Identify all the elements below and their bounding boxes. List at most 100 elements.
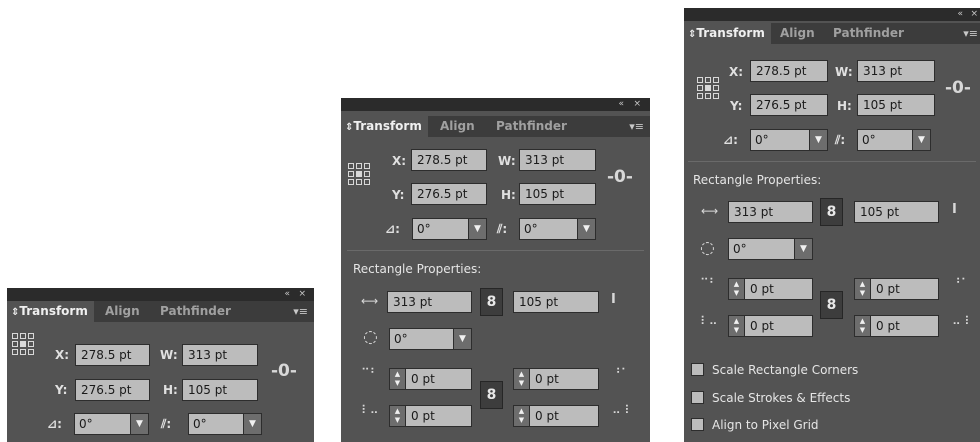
close-icon[interactable]: ×	[298, 288, 306, 301]
rotate-angle-dropdown[interactable]: 0° ▼	[74, 413, 149, 435]
stepper-icon[interactable]: ▲ ▼	[729, 279, 745, 299]
scale-rectangle-corners-checkbox[interactable]: Scale Rectangle Corners	[691, 363, 858, 377]
stepper-icon[interactable]: ▲ ▼	[514, 406, 530, 426]
link-corners-icon[interactable]: 8	[480, 381, 503, 409]
checkbox-box[interactable]	[691, 391, 704, 404]
angle-icon: ⊿	[385, 222, 396, 236]
corner-br-field[interactable]: ▲ ▼ 0 pt	[513, 405, 599, 427]
link-icon[interactable]: 8	[480, 288, 503, 316]
x-field[interactable]: 278.5 pt	[75, 344, 150, 366]
corner-br-icon: ⠤⠸	[612, 403, 630, 417]
rect-width-field[interactable]: 313 pt	[728, 201, 813, 223]
rect-width-field[interactable]: 313 pt	[387, 291, 472, 313]
chevron-down-icon: ▼	[577, 219, 595, 239]
tab-pathfinder[interactable]: Pathfinder	[496, 116, 567, 137]
stepper-icon[interactable]: ▲ ▼	[855, 316, 871, 336]
rotate-angle-dropdown[interactable]: 0° ▼	[750, 129, 828, 151]
corner-tl-field[interactable]: ▲ ▼ 0 pt	[389, 368, 472, 390]
w-field[interactable]: 313 pt	[519, 149, 596, 171]
corner-tr-field[interactable]: ▲ ▼ 0 pt	[513, 368, 599, 390]
section-divider	[688, 161, 976, 162]
y-field[interactable]: 276.5 pt	[750, 94, 828, 116]
rotate-angle-label: ⊿:	[47, 417, 62, 431]
collapse-icon[interactable]: «	[284, 288, 290, 301]
rect-rotation-dropdown[interactable]: 0° ▼	[728, 238, 813, 260]
panel-title-bar[interactable]: « ×	[684, 8, 980, 21]
chevron-down-icon: ▼	[912, 130, 930, 150]
reference-point-icon[interactable]	[696, 76, 720, 100]
stepper-icon[interactable]: ▲ ▼	[390, 406, 406, 426]
x-field[interactable]: 278.5 pt	[750, 60, 828, 82]
w-label: W:	[160, 348, 178, 362]
height-arrows-icon: I	[611, 292, 616, 307]
tab-transform[interactable]: ⇕Transform	[7, 301, 94, 322]
tab-pathfinder[interactable]: Pathfinder	[833, 23, 904, 44]
stepper-icon[interactable]: ▲ ▼	[855, 279, 871, 299]
rotate-angle-label: ⊿:	[723, 133, 738, 147]
tab-align[interactable]: Align	[440, 116, 475, 137]
shear-angle-dropdown[interactable]: 0° ▼	[188, 413, 262, 435]
tab-pathfinder[interactable]: Pathfinder	[160, 301, 231, 322]
rotate-angle-dropdown[interactable]: 0° ▼	[412, 218, 487, 240]
h-field[interactable]: 105 pt	[857, 94, 935, 116]
tab-align[interactable]: Align	[780, 23, 815, 44]
constrain-proportions-icon[interactable]: -0-	[607, 167, 633, 187]
w-field[interactable]: 313 pt	[182, 344, 258, 366]
scale-strokes-effects-checkbox[interactable]: Scale Strokes & Effects	[691, 391, 850, 405]
corner-bl-icon: ⠇⠤	[361, 403, 379, 417]
shear-angle-dropdown[interactable]: 0° ▼	[857, 129, 931, 151]
collapse-icon[interactable]: «	[618, 98, 624, 111]
h-field[interactable]: 105 pt	[182, 379, 258, 401]
corner-tr-icon: ⠘⠁	[952, 276, 970, 290]
tab-transform[interactable]: ⇕Transform	[684, 23, 771, 44]
panel-menu-icon[interactable]: ▾≡	[293, 301, 308, 322]
y-field[interactable]: 276.5 pt	[75, 379, 150, 401]
w-field[interactable]: 313 pt	[857, 60, 935, 82]
corner-tr-field[interactable]: ▲ ▼ 0 pt	[854, 278, 939, 300]
y-field[interactable]: 276.5 pt	[411, 183, 487, 205]
w-label: W:	[835, 65, 853, 79]
close-icon[interactable]: ×	[970, 8, 978, 21]
align-pixel-grid-checkbox[interactable]: Align to Pixel Grid	[691, 418, 819, 432]
constrain-proportions-icon[interactable]: -0-	[271, 361, 297, 381]
h-field[interactable]: 105 pt	[519, 183, 596, 205]
corner-br-field[interactable]: ▲ ▼ 0 pt	[854, 315, 939, 337]
corner-bl-icon: ⠇⠤	[700, 314, 718, 328]
stepper-icon[interactable]: ▲ ▼	[729, 316, 745, 336]
checkbox-box[interactable]	[691, 363, 704, 376]
reference-point-icon[interactable]	[347, 162, 371, 186]
panel-menu-icon[interactable]: ▾≡	[629, 116, 644, 137]
close-icon[interactable]: ×	[633, 98, 641, 111]
angle-icon: ⊿	[723, 133, 734, 147]
link-corners-icon[interactable]: 8	[820, 291, 843, 319]
tab-align[interactable]: Align	[105, 301, 140, 322]
height-arrows-icon: I	[952, 202, 957, 217]
corner-tl-icon: ⠉⠃	[700, 276, 718, 290]
panel-title-bar[interactable]: « ×	[341, 98, 650, 111]
x-label: X:	[55, 348, 70, 362]
h-label: H:	[837, 99, 852, 113]
shear-angle-dropdown[interactable]: 0° ▼	[519, 218, 596, 240]
collapse-icon[interactable]: «	[957, 8, 963, 21]
y-label: Y:	[392, 188, 405, 202]
rect-height-field[interactable]: 105 pt	[854, 201, 939, 223]
tab-transform[interactable]: ⇕Transform	[341, 116, 428, 137]
panel-title-bar[interactable]: « ×	[7, 288, 314, 301]
stepper-icon[interactable]: ▲ ▼	[390, 369, 406, 389]
constrain-proportions-icon[interactable]: -0-	[945, 78, 971, 98]
corner-bl-field[interactable]: ▲ ▼ 0 pt	[389, 405, 472, 427]
corner-bl-field[interactable]: ▲ ▼ 0 pt	[728, 315, 813, 337]
rotate-icon: ◌	[700, 238, 715, 258]
checkbox-box[interactable]	[691, 418, 704, 431]
corner-tr-icon: ⠘⠁	[612, 366, 630, 380]
panel-menu-icon[interactable]: ▾≡	[963, 23, 978, 44]
section-divider	[347, 250, 644, 251]
link-icon[interactable]: 8	[820, 198, 843, 226]
rect-rotation-dropdown[interactable]: 0° ▼	[389, 328, 472, 350]
reference-point-icon[interactable]	[11, 332, 35, 356]
corner-tl-icon: ⠉⠃	[361, 366, 379, 380]
stepper-icon[interactable]: ▲ ▼	[514, 369, 530, 389]
rect-height-field[interactable]: 105 pt	[513, 291, 599, 313]
corner-tl-field[interactable]: ▲ ▼ 0 pt	[728, 278, 813, 300]
x-field[interactable]: 278.5 pt	[411, 149, 487, 171]
